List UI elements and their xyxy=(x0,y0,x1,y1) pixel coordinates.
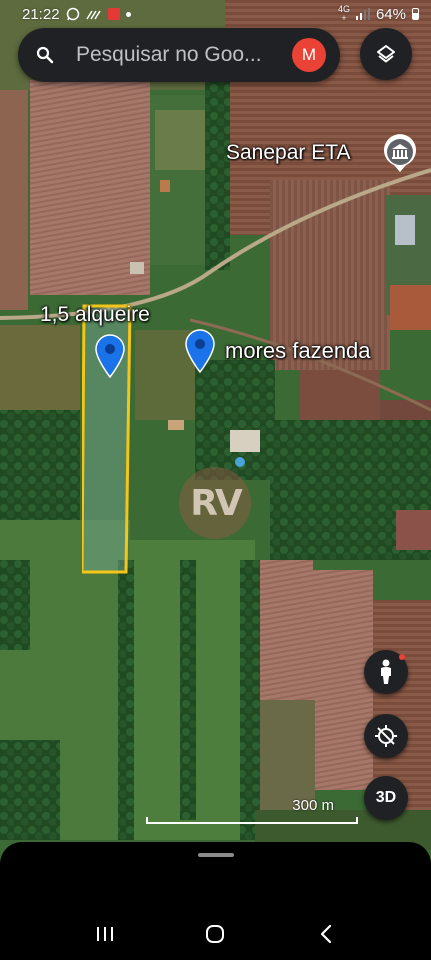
layers-icon xyxy=(377,45,395,63)
poi-marker[interactable] xyxy=(382,134,418,174)
back-button[interactable] xyxy=(306,914,346,954)
whatsapp-icon xyxy=(66,7,79,21)
streetview-button[interactable] xyxy=(364,650,408,694)
dot-icon xyxy=(125,11,131,17)
placemark-pin-farm[interactable] xyxy=(183,327,217,374)
search-bar[interactable]: Pesquisar no Goo... M xyxy=(18,28,340,82)
location-disabled-icon xyxy=(375,725,397,747)
home-button[interactable] xyxy=(195,914,235,954)
my-location-button[interactable] xyxy=(364,714,408,758)
signal-icon xyxy=(355,8,370,20)
network-sub: + xyxy=(341,13,347,23)
scale-label: 300 m xyxy=(292,797,334,814)
government-building-icon xyxy=(384,134,416,172)
scale-line xyxy=(146,817,358,824)
home-icon xyxy=(206,925,225,943)
pegman-icon xyxy=(381,659,391,684)
sheet-drag-handle[interactable] xyxy=(198,853,234,857)
bottom-sheet[interactable] xyxy=(0,842,431,908)
search-icon xyxy=(36,46,54,64)
avatar-initial: M xyxy=(301,45,317,64)
map-pin-icon xyxy=(95,334,125,379)
notification-dot xyxy=(399,654,405,660)
scale-bar: 300 m xyxy=(146,797,358,827)
watermark-logo: RV xyxy=(179,467,251,539)
red-app-icon xyxy=(107,8,120,20)
tilt-3d-button[interactable]: 3D xyxy=(364,776,408,820)
battery-icon xyxy=(412,8,419,20)
status-time: 21:22 xyxy=(22,5,60,23)
avatar[interactable]: M xyxy=(292,38,326,72)
poi-label-sanepar[interactable]: Sanepar ETA xyxy=(226,141,351,165)
placemark-label-farm[interactable]: mores fazenda xyxy=(225,338,371,364)
recent-apps-icon xyxy=(97,927,114,941)
plot-label[interactable]: 1,5 alqueire xyxy=(40,303,150,327)
layers-button[interactable] xyxy=(360,28,412,80)
wifi-calling-icon xyxy=(85,10,101,20)
battery-percent: 64% xyxy=(375,5,406,23)
watermark-text: RV xyxy=(190,482,243,524)
search-input[interactable]: Pesquisar no Goo... xyxy=(76,43,284,67)
recent-apps-button[interactable] xyxy=(85,914,125,954)
placemark-pin[interactable] xyxy=(93,332,127,379)
back-icon xyxy=(320,924,331,944)
status-bar: 21:22 4G + 64% xyxy=(0,0,431,28)
system-nav-bar xyxy=(0,908,431,960)
map-pin-icon xyxy=(185,329,215,374)
